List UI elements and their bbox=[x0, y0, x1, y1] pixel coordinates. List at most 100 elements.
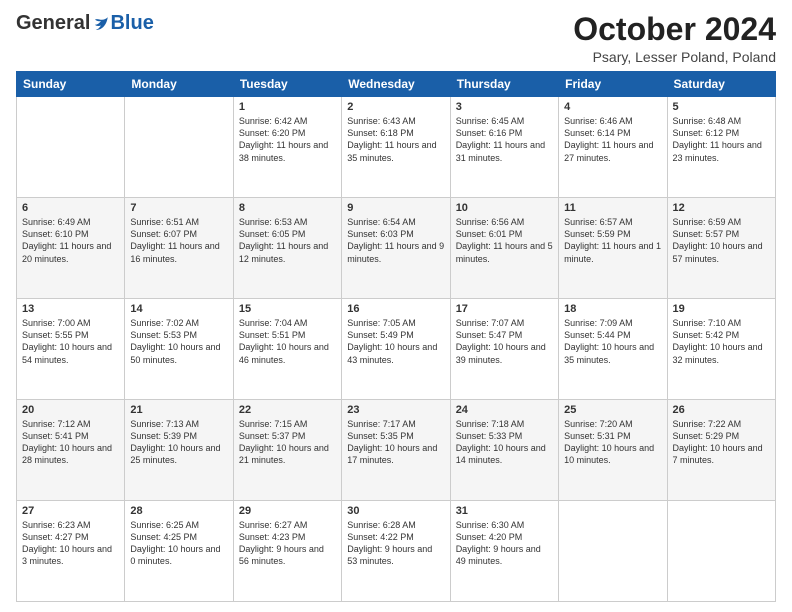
col-tuesday: Tuesday bbox=[233, 72, 341, 97]
table-row: 25 Sunrise: 7:20 AM Sunset: 5:31 PM Dayli… bbox=[559, 400, 667, 501]
cell-info: Sunrise: 6:51 AM Sunset: 6:07 PM Dayligh… bbox=[130, 216, 227, 265]
cell-info: Sunrise: 6:48 AM Sunset: 6:12 PM Dayligh… bbox=[673, 115, 770, 164]
cell-info: Sunrise: 6:27 AM Sunset: 4:23 PM Dayligh… bbox=[239, 519, 336, 568]
table-row: 30 Sunrise: 6:28 AM Sunset: 4:22 PM Dayli… bbox=[342, 501, 450, 602]
logo-general: General bbox=[16, 12, 90, 35]
day-number: 19 bbox=[673, 303, 770, 315]
table-row: 31Sunrise: 6:30 AM Sunset: 4:20 PM Dayli… bbox=[450, 501, 558, 602]
cell-info: Sunrise: 7:13 AM Sunset: 5:39 PM Dayligh… bbox=[130, 418, 227, 467]
day-number: 24 bbox=[456, 404, 553, 416]
day-number: 3 bbox=[456, 101, 553, 113]
day-number: 21 bbox=[130, 404, 227, 416]
col-saturday: Saturday bbox=[667, 72, 775, 97]
col-thursday: Thursday bbox=[450, 72, 558, 97]
day-number: 4 bbox=[564, 101, 661, 113]
cell-info: Sunrise: 6:42 AM Sunset: 6:20 PM Dayligh… bbox=[239, 115, 336, 164]
table-row: 10 Sunrise: 6:56 AM Sunset: 6:01 PM Dayli… bbox=[450, 198, 558, 299]
cell-info: Sunrise: 6:59 AM Sunset: 5:57 PM Dayligh… bbox=[673, 216, 770, 265]
col-sunday: Sunday bbox=[17, 72, 125, 97]
cell-info: Sunrise: 6:56 AM Sunset: 6:01 PM Dayligh… bbox=[456, 216, 553, 265]
table-row: 6Sunrise: 6:49 AM Sunset: 6:10 PM Daylig… bbox=[17, 198, 125, 299]
table-row: 3 Sunrise: 6:45 AM Sunset: 6:16 PM Daylig… bbox=[450, 97, 558, 198]
calendar-week-row: 20 Sunrise: 7:12 AM Sunset: 5:41 PM Dayli… bbox=[17, 400, 776, 501]
cell-info: Sunrise: 7:18 AM Sunset: 5:33 PM Dayligh… bbox=[456, 418, 553, 467]
day-number: 6 bbox=[22, 202, 119, 214]
table-row: 28 Sunrise: 6:25 AM Sunset: 4:25 PM Dayli… bbox=[125, 501, 233, 602]
day-number: 14 bbox=[130, 303, 227, 315]
cell-info: Sunrise: 7:17 AM Sunset: 5:35 PM Dayligh… bbox=[347, 418, 444, 467]
cell-info: Sunrise: 6:43 AM Sunset: 6:18 PM Dayligh… bbox=[347, 115, 444, 164]
table-row: 14Sunrise: 7:02 AM Sunset: 5:53 PM Dayli… bbox=[125, 299, 233, 400]
cell-info: Sunrise: 7:20 AM Sunset: 5:31 PM Dayligh… bbox=[564, 418, 661, 467]
table-row: 15 Sunrise: 7:04 AM Sunset: 5:51 PM Dayli… bbox=[233, 299, 341, 400]
day-number: 13 bbox=[22, 303, 119, 315]
day-number: 23 bbox=[347, 404, 444, 416]
table-row: 24 Sunrise: 7:18 AM Sunset: 5:33 PM Dayli… bbox=[450, 400, 558, 501]
calendar-week-row: 13 Sunrise: 7:00 AM Sunset: 5:55 PM Dayli… bbox=[17, 299, 776, 400]
table-row: 11 Sunrise: 6:57 AM Sunset: 5:59 PM Dayli… bbox=[559, 198, 667, 299]
table-row: 2 Sunrise: 6:43 AM Sunset: 6:18 PM Daylig… bbox=[342, 97, 450, 198]
header: General Blue October 2024 Psary, Lesser … bbox=[16, 12, 776, 65]
day-number: 15 bbox=[239, 303, 336, 315]
cell-info: Sunrise: 7:12 AM Sunset: 5:41 PM Dayligh… bbox=[22, 418, 119, 467]
day-number: 9 bbox=[347, 202, 444, 214]
cell-info: Sunrise: 6:28 AM Sunset: 4:22 PM Dayligh… bbox=[347, 519, 444, 568]
table-row: 29 Sunrise: 6:27 AM Sunset: 4:23 PM Dayli… bbox=[233, 501, 341, 602]
day-number: 8 bbox=[239, 202, 336, 214]
table-row: 27Sunrise: 6:23 AM Sunset: 4:27 PM Dayli… bbox=[17, 501, 125, 602]
day-number: 1 bbox=[239, 101, 336, 113]
cell-info: Sunrise: 7:22 AM Sunset: 5:29 PM Dayligh… bbox=[673, 418, 770, 467]
logo-bird-icon bbox=[92, 15, 110, 33]
day-number: 17 bbox=[456, 303, 553, 315]
calendar-week-row: 6Sunrise: 6:49 AM Sunset: 6:10 PM Daylig… bbox=[17, 198, 776, 299]
day-number: 28 bbox=[130, 505, 227, 517]
header-right: October 2024 Psary, Lesser Poland, Polan… bbox=[573, 12, 776, 65]
cell-info: Sunrise: 6:25 AM Sunset: 4:25 PM Dayligh… bbox=[130, 519, 227, 568]
day-number: 10 bbox=[456, 202, 553, 214]
cell-info: Sunrise: 7:10 AM Sunset: 5:42 PM Dayligh… bbox=[673, 317, 770, 366]
calendar-header-row: Sunday Monday Tuesday Wednesday Thursday… bbox=[17, 72, 776, 97]
calendar-week-row: 1 Sunrise: 6:42 AM Sunset: 6:20 PM Daylig… bbox=[17, 97, 776, 198]
cell-info: Sunrise: 7:00 AM Sunset: 5:55 PM Dayligh… bbox=[22, 317, 119, 366]
day-number: 30 bbox=[347, 505, 444, 517]
day-number: 25 bbox=[564, 404, 661, 416]
cell-info: Sunrise: 7:09 AM Sunset: 5:44 PM Dayligh… bbox=[564, 317, 661, 366]
cell-info: Sunrise: 6:45 AM Sunset: 6:16 PM Dayligh… bbox=[456, 115, 553, 164]
table-row: 23 Sunrise: 7:17 AM Sunset: 5:35 PM Dayli… bbox=[342, 400, 450, 501]
table-row: 7 Sunrise: 6:51 AM Sunset: 6:07 PM Daylig… bbox=[125, 198, 233, 299]
col-friday: Friday bbox=[559, 72, 667, 97]
cell-info: Sunrise: 6:23 AM Sunset: 4:27 PM Dayligh… bbox=[22, 519, 119, 568]
month-title: October 2024 bbox=[573, 12, 776, 47]
table-row: 13 Sunrise: 7:00 AM Sunset: 5:55 PM Dayli… bbox=[17, 299, 125, 400]
day-number: 2 bbox=[347, 101, 444, 113]
location: Psary, Lesser Poland, Poland bbox=[573, 49, 776, 65]
table-row bbox=[559, 501, 667, 602]
col-monday: Monday bbox=[125, 72, 233, 97]
day-number: 18 bbox=[564, 303, 661, 315]
page: General Blue October 2024 Psary, Lesser … bbox=[0, 0, 792, 612]
table-row: 18 Sunrise: 7:09 AM Sunset: 5:44 PM Dayli… bbox=[559, 299, 667, 400]
table-row bbox=[667, 501, 775, 602]
calendar-table: Sunday Monday Tuesday Wednesday Thursday… bbox=[16, 71, 776, 602]
table-row: 26Sunrise: 7:22 AM Sunset: 5:29 PM Dayli… bbox=[667, 400, 775, 501]
logo: General Blue bbox=[16, 12, 154, 35]
calendar-week-row: 27Sunrise: 6:23 AM Sunset: 4:27 PM Dayli… bbox=[17, 501, 776, 602]
logo-text: General Blue bbox=[16, 12, 154, 35]
cell-info: Sunrise: 7:07 AM Sunset: 5:47 PM Dayligh… bbox=[456, 317, 553, 366]
cell-info: Sunrise: 6:46 AM Sunset: 6:14 PM Dayligh… bbox=[564, 115, 661, 164]
table-row: 19 Sunrise: 7:10 AM Sunset: 5:42 PM Dayli… bbox=[667, 299, 775, 400]
table-row: 8 Sunrise: 6:53 AM Sunset: 6:05 PM Daylig… bbox=[233, 198, 341, 299]
table-row: 22Sunrise: 7:15 AM Sunset: 5:37 PM Dayli… bbox=[233, 400, 341, 501]
cell-info: Sunrise: 7:04 AM Sunset: 5:51 PM Dayligh… bbox=[239, 317, 336, 366]
day-number: 11 bbox=[564, 202, 661, 214]
cell-info: Sunrise: 6:57 AM Sunset: 5:59 PM Dayligh… bbox=[564, 216, 661, 265]
day-number: 16 bbox=[347, 303, 444, 315]
day-number: 29 bbox=[239, 505, 336, 517]
table-row: 5Sunrise: 6:48 AM Sunset: 6:12 PM Daylig… bbox=[667, 97, 775, 198]
col-wednesday: Wednesday bbox=[342, 72, 450, 97]
table-row: 21 Sunrise: 7:13 AM Sunset: 5:39 PM Dayli… bbox=[125, 400, 233, 501]
cell-info: Sunrise: 6:53 AM Sunset: 6:05 PM Dayligh… bbox=[239, 216, 336, 265]
table-row bbox=[17, 97, 125, 198]
day-number: 7 bbox=[130, 202, 227, 214]
day-number: 20 bbox=[22, 404, 119, 416]
